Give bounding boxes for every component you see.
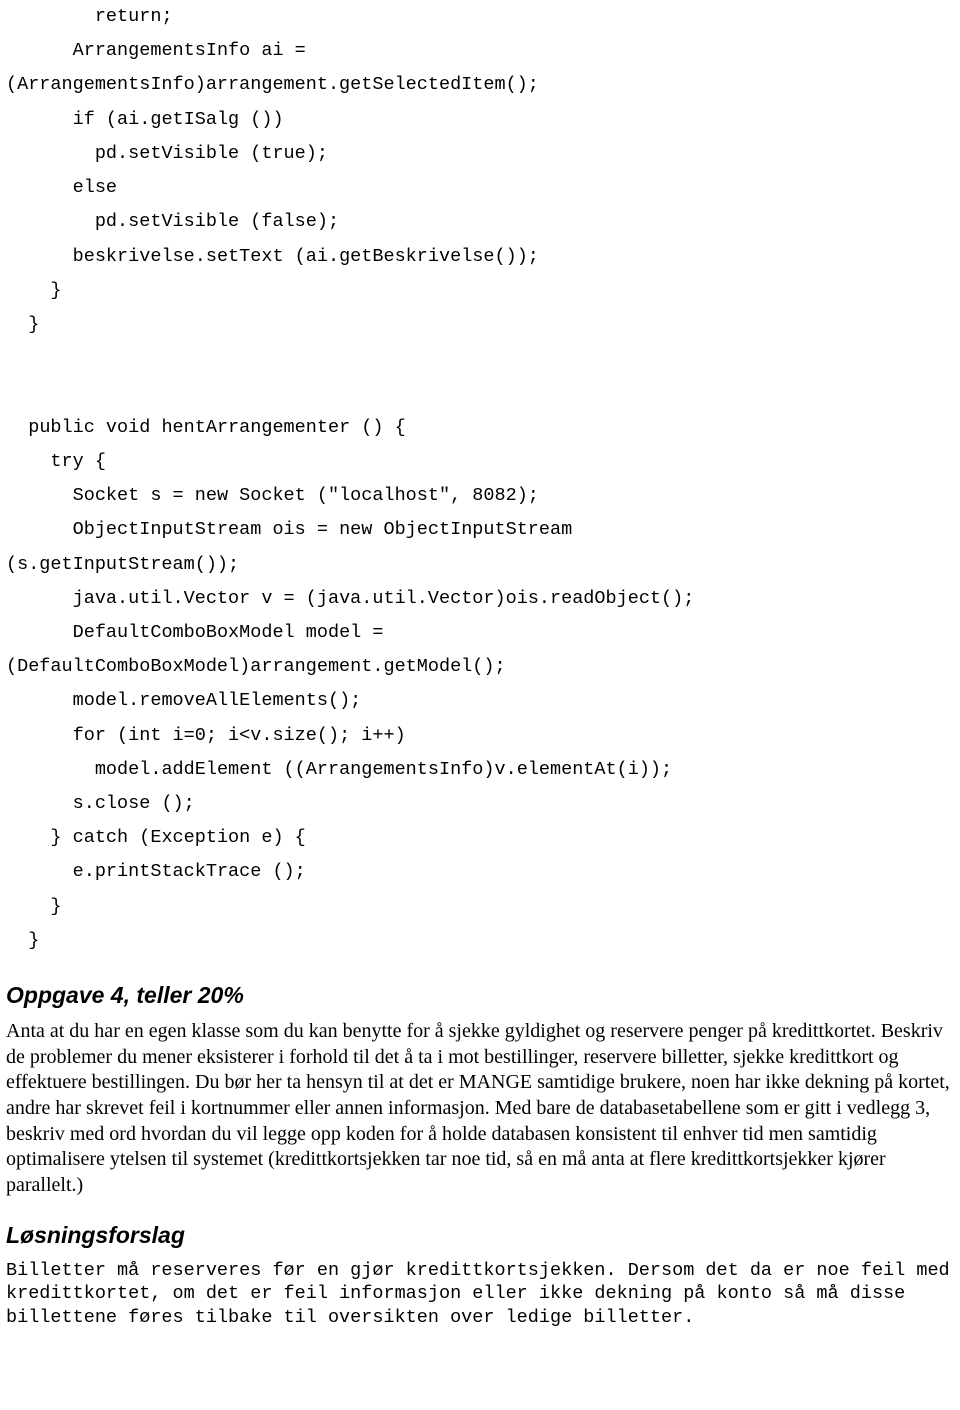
code-listing: return; ArrangementsInfo ai = (Arrangeme… [6, 0, 954, 958]
solution-body: Billetter må reserveres før en gjør kred… [6, 1259, 954, 1328]
section-body-oppgave4: Anta at du har en egen klasse som du kan… [6, 1019, 954, 1198]
section-heading-losning: Løsningsforslag [6, 1222, 954, 1249]
section-heading-oppgave4: Oppgave 4, teller 20% [6, 982, 954, 1009]
